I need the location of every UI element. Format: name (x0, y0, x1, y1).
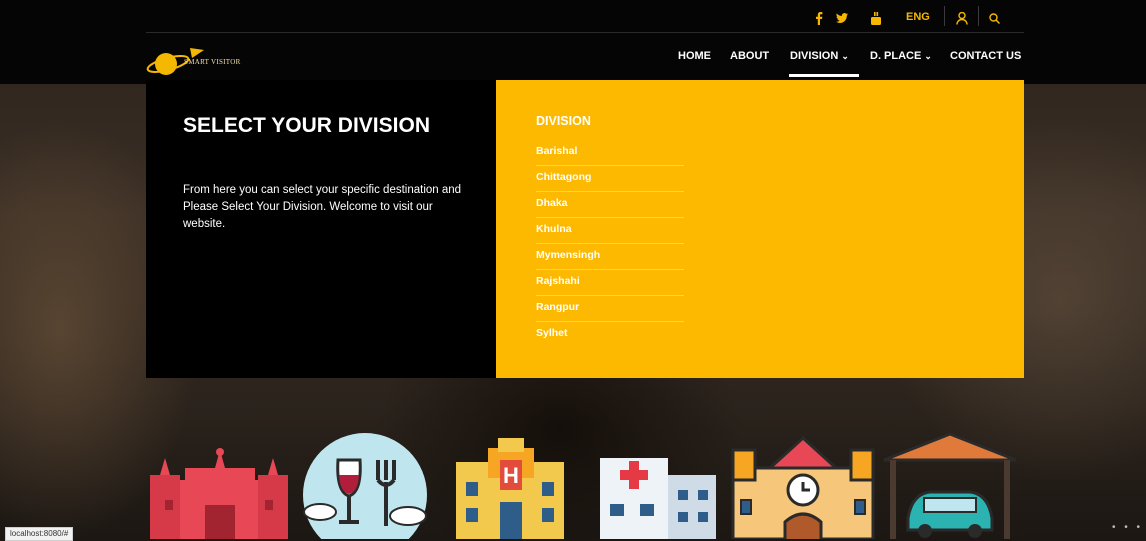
user-icon[interactable] (954, 6, 970, 30)
parking-icon[interactable] (883, 432, 1017, 539)
division-heading: DIVISION (536, 114, 591, 128)
nav-dplace[interactable]: D. PLACE ⌄ (870, 50, 932, 62)
mega-menu-description: From here you can select your specific d… (183, 184, 462, 230)
divider (944, 6, 945, 26)
hotel-icon[interactable]: H (456, 438, 564, 539)
division-link-rajshahi[interactable]: Rajshahi (536, 274, 684, 299)
divider (978, 6, 979, 26)
header-divider (146, 32, 1024, 33)
nav-home[interactable]: HOME (678, 50, 711, 62)
twitter-icon[interactable] (834, 6, 850, 30)
division-link-chittagong[interactable]: Chittagong (536, 170, 684, 195)
division-panel: DIVISION Barishal Chittagong Dhaka Khuln… (496, 80, 1024, 378)
youtube-icon[interactable] (868, 6, 884, 30)
chevron-down-icon: ⌄ (924, 51, 932, 61)
division-link-barishal[interactable]: Barishal (536, 144, 684, 169)
nav-contact[interactable]: CONTACT US (950, 50, 1021, 62)
division-link-dhaka[interactable]: Dhaka (536, 196, 684, 221)
nav-dplace-label: D. PLACE (870, 50, 922, 62)
nav-division[interactable]: DIVISION ⌄ (790, 50, 849, 62)
svg-text:H: H (503, 463, 519, 488)
division-mega-menu: SELECT YOUR DIVISION From here you can s… (146, 80, 1024, 378)
facebook-icon[interactable] (812, 6, 826, 30)
nav-division-label: DIVISION (790, 50, 839, 62)
hospital-icon[interactable] (600, 458, 716, 539)
category-icons-row: H (150, 432, 1017, 539)
logo-text: SMART VISITOR (184, 58, 241, 66)
division-link-rangpur[interactable]: Rangpur (536, 300, 684, 325)
language-selector[interactable]: ENG (906, 11, 930, 23)
division-link-mymensingh[interactable]: Mymensingh (536, 248, 684, 273)
carousel-dots[interactable]: • • • (1112, 522, 1143, 533)
search-icon[interactable] (986, 6, 1002, 30)
division-link-sylhet[interactable]: Sylhet (536, 326, 684, 351)
nav-about[interactable]: ABOUT (730, 50, 769, 62)
division-link-khulna[interactable]: Khulna (536, 222, 684, 247)
site-logo[interactable]: SMART VISITOR (146, 44, 256, 80)
restaurant-icon[interactable] (303, 433, 427, 539)
museum-icon[interactable] (731, 435, 875, 539)
mega-menu-intro: SELECT YOUR DIVISION From here you can s… (146, 80, 496, 378)
chevron-down-icon: ⌄ (841, 51, 849, 61)
mega-menu-title: SELECT YOUR DIVISION (183, 114, 430, 137)
fort-icon[interactable] (150, 448, 288, 539)
nav-active-indicator (789, 74, 859, 77)
